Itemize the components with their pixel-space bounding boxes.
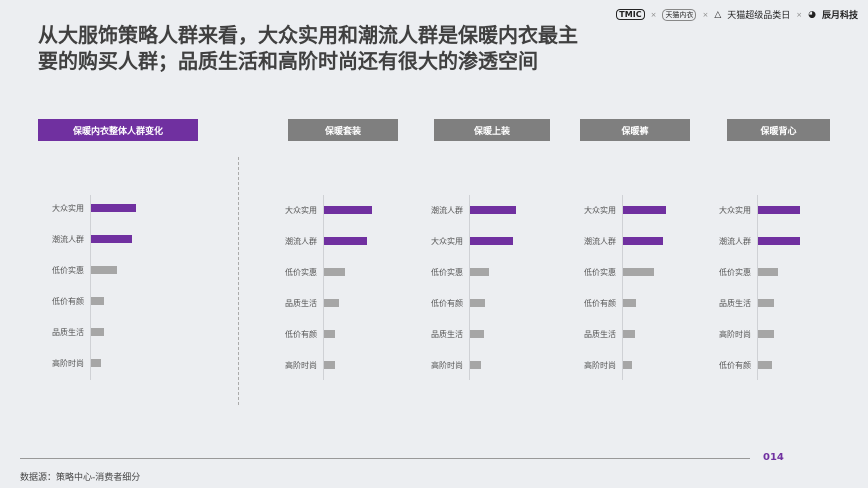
bar <box>91 266 117 274</box>
bar <box>623 299 636 307</box>
bar <box>470 361 481 369</box>
bar <box>91 359 101 367</box>
page-number: 014 <box>763 452 784 463</box>
category-label: 品质生活 <box>431 330 463 339</box>
bar <box>758 330 774 338</box>
bar <box>470 330 484 338</box>
partner-logos: TMIC × 天猫内衣 × △ 天猫超级品类日 × ◕ 辰月科技 <box>616 8 858 21</box>
separator: × <box>702 10 709 19</box>
category-label: 低价实惠 <box>584 268 616 277</box>
category-label: 潮流人群 <box>719 237 751 246</box>
category-label: 品质生活 <box>285 299 317 308</box>
footer-line <box>20 458 750 459</box>
category-label: 高阶时尚 <box>719 330 751 339</box>
bar <box>470 206 516 214</box>
category-label: 低价有颜 <box>584 299 616 308</box>
bar <box>324 330 335 338</box>
category-label: 低价实惠 <box>719 268 751 277</box>
tmall-underwear-logo: 天猫内衣 <box>662 8 697 21</box>
category-label: 大众实用 <box>431 237 463 246</box>
bar <box>91 297 104 305</box>
bar <box>623 361 632 369</box>
category-label: 低价有颜 <box>719 361 751 370</box>
category-label: 低价有颜 <box>431 299 463 308</box>
category-label: 低价有颜 <box>52 297 84 306</box>
chart-axis <box>469 195 470 380</box>
category-label: 潮流人群 <box>584 237 616 246</box>
bar <box>758 268 778 276</box>
category-label: 高阶时尚 <box>584 361 616 370</box>
chart-axis <box>757 195 758 380</box>
data-source: 数据源：策略中心-消费者细分 <box>20 473 141 483</box>
panel-header: 保暖内衣整体人群变化 <box>38 119 198 141</box>
category-label: 大众实用 <box>719 206 751 215</box>
bar <box>623 330 635 338</box>
bar <box>758 299 774 307</box>
bar <box>470 268 489 276</box>
category-label: 高阶时尚 <box>52 359 84 368</box>
bar <box>91 328 104 336</box>
separator: × <box>796 10 803 19</box>
bar <box>324 299 339 307</box>
category-label: 品质生活 <box>719 299 751 308</box>
chenyue-logo-icon: ◕ <box>808 9 816 20</box>
tmall-category-day-logo: 天猫超级品类日 <box>727 11 791 21</box>
bar <box>758 237 800 245</box>
chenyue-logo: 辰月科技 <box>821 11 858 21</box>
category-label: 低价实惠 <box>431 268 463 277</box>
category-label: 大众实用 <box>285 206 317 215</box>
category-label: 高阶时尚 <box>431 361 463 370</box>
bar <box>91 204 136 212</box>
bar <box>623 268 654 276</box>
bar <box>623 206 666 214</box>
chart-axis <box>323 195 324 380</box>
category-label: 大众实用 <box>52 204 84 213</box>
bar <box>91 235 132 243</box>
tmic-logo: TMIC <box>616 9 645 20</box>
bar <box>324 206 372 214</box>
dashed-divider <box>238 157 239 405</box>
category-label: 潮流人群 <box>285 237 317 246</box>
page-title: 从大服饰策略人群来看，大众实用和潮流人群是保暖内衣最主 要的购买人群；品质生活和… <box>38 22 678 74</box>
category-label: 潮流人群 <box>52 235 84 244</box>
bar <box>758 361 772 369</box>
category-label: 品质生活 <box>584 330 616 339</box>
panel-header: 保暖上装 <box>434 119 550 141</box>
bar <box>758 206 800 214</box>
chart-axis <box>90 195 91 380</box>
bar <box>470 237 513 245</box>
bar <box>324 268 345 276</box>
chart-axis <box>622 195 623 380</box>
category-label: 低价有颜 <box>285 330 317 339</box>
panel-header: 保暖套装 <box>288 119 398 141</box>
bar <box>324 361 335 369</box>
separator: × <box>650 10 657 19</box>
bar <box>623 237 663 245</box>
category-label: 潮流人群 <box>431 206 463 215</box>
title-line-2: 要的购买人群；品质生活和高阶时尚还有很大的渗透空间 <box>38 49 538 73</box>
category-label: 低价实惠 <box>52 266 84 275</box>
panel-header: 保暖背心 <box>727 119 830 141</box>
category-label: 品质生活 <box>52 328 84 337</box>
category-label: 大众实用 <box>584 206 616 215</box>
bar <box>324 237 367 245</box>
triangle-icon: △ <box>714 9 722 20</box>
panel-header: 保暖裤 <box>580 119 690 141</box>
category-label: 低价实惠 <box>285 268 317 277</box>
title-line-1: 从大服饰策略人群来看，大众实用和潮流人群是保暖内衣最主 <box>38 23 578 47</box>
category-label: 高阶时尚 <box>285 361 317 370</box>
bar <box>470 299 485 307</box>
